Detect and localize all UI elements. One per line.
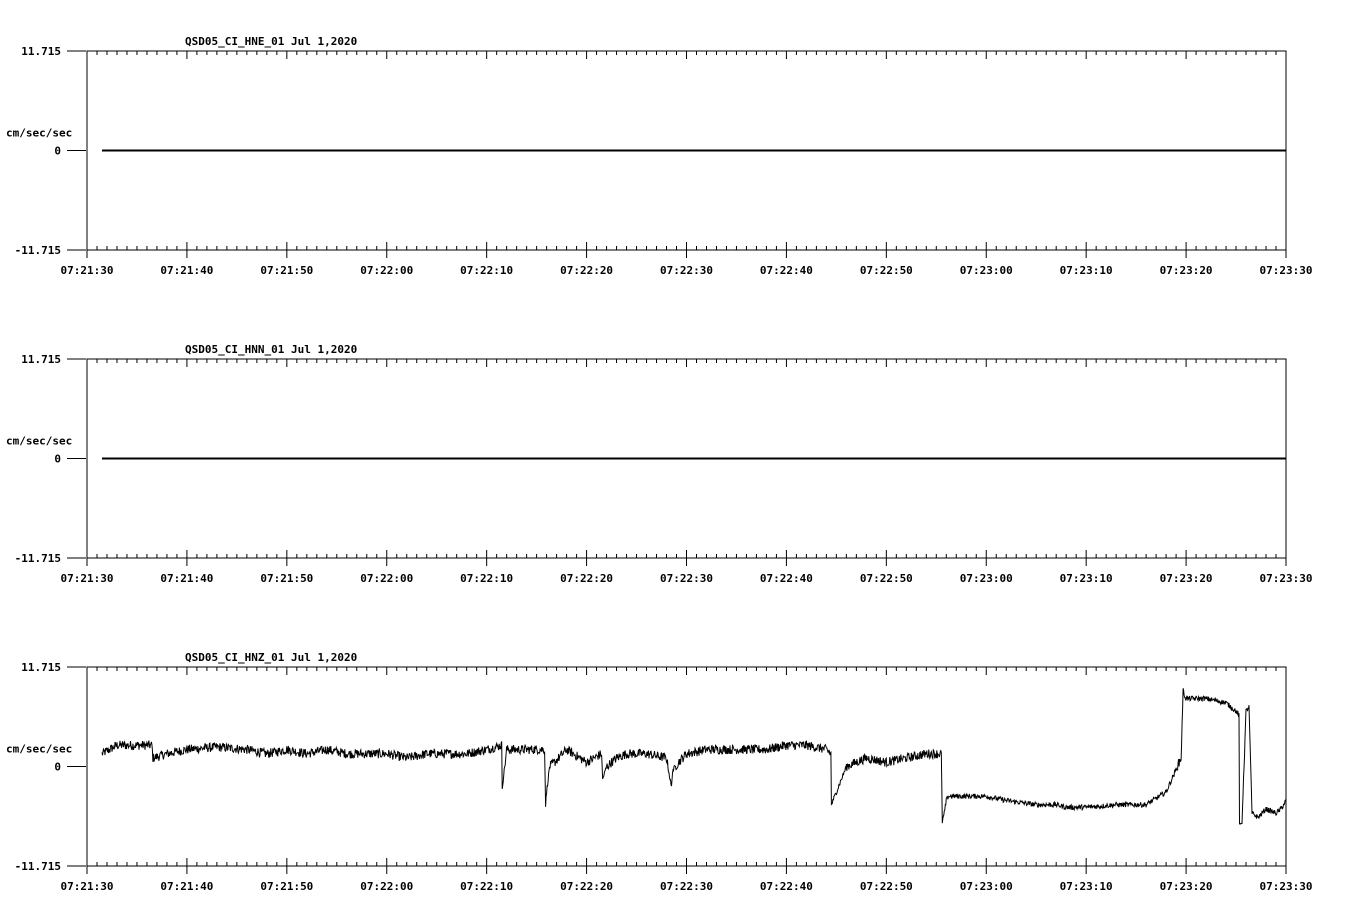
x-tick-label: 07:22:00 bbox=[360, 264, 413, 277]
chart-panel-1: QSD05_CI_HNE_01 Jul 1,2020 11.715 0 -11.715… bbox=[6, 35, 1312, 277]
y-tick-label: -11.715 bbox=[15, 244, 61, 257]
x-tick-label: 07:21:50 bbox=[260, 264, 313, 277]
x-tick-label: 07:21:40 bbox=[160, 880, 213, 893]
x-tick-label: 07:23:30 bbox=[1260, 572, 1313, 585]
x-tick-label: 07:23:00 bbox=[960, 572, 1013, 585]
x-tick-label: 07:22:20 bbox=[560, 572, 613, 585]
x-tick-label: 07:22:10 bbox=[460, 880, 513, 893]
y-tick-label: 0 bbox=[54, 145, 61, 158]
y-axis-label: cm/sec/sec bbox=[6, 127, 72, 140]
x-tick-label: 07:22:30 bbox=[660, 880, 713, 893]
chart-title: QSD05_CI_HNN_01 Jul 1,2020 bbox=[185, 343, 357, 356]
x-tick-label: 07:22:10 bbox=[460, 572, 513, 585]
x-tick-label: 07:21:50 bbox=[260, 880, 313, 893]
y-tick-label: 0 bbox=[54, 761, 61, 774]
x-tick-label: 07:21:40 bbox=[160, 572, 213, 585]
x-tick-label: 07:23:20 bbox=[1160, 880, 1213, 893]
x-tick-label: 07:22:40 bbox=[760, 880, 813, 893]
x-tick-label: 07:22:20 bbox=[560, 264, 613, 277]
x-tick-label: 07:23:10 bbox=[1060, 572, 1113, 585]
x-tick-label: 07:23:30 bbox=[1260, 264, 1313, 277]
x-tick-label: 07:22:00 bbox=[360, 572, 413, 585]
x-tick-label: 07:22:30 bbox=[660, 264, 713, 277]
y-tick-label: -11.715 bbox=[15, 552, 61, 565]
y-axis-label: cm/sec/sec bbox=[6, 435, 72, 448]
plot-frame bbox=[86, 666, 1287, 867]
x-tick-label: 07:21:30 bbox=[61, 880, 114, 893]
y-axis-label: cm/sec/sec bbox=[6, 743, 72, 756]
x-tick-label: 07:22:50 bbox=[860, 572, 913, 585]
seismogram-figure: QSD05_CI_HNE_01 Jul 1,2020 11.715 0 -11.715… bbox=[6, 35, 1312, 893]
y-tick-label: 11.715 bbox=[21, 661, 61, 674]
x-tick-label: 07:22:50 bbox=[860, 264, 913, 277]
y-tick-label: 11.715 bbox=[21, 45, 61, 58]
x-tick-label: 07:22:10 bbox=[460, 264, 513, 277]
x-tick-label: 07:23:10 bbox=[1060, 264, 1113, 277]
x-tick-label: 07:22:30 bbox=[660, 572, 713, 585]
x-tick-label: 07:21:50 bbox=[260, 572, 313, 585]
x-tick-label: 07:22:40 bbox=[760, 264, 813, 277]
x-tick-label: 07:23:00 bbox=[960, 264, 1013, 277]
x-tick-label: 07:22:00 bbox=[360, 880, 413, 893]
x-tick-label: 07:21:30 bbox=[61, 264, 114, 277]
x-tick-label: 07:22:50 bbox=[860, 880, 913, 893]
x-tick-label: 07:22:20 bbox=[560, 880, 613, 893]
y-tick-label: 0 bbox=[54, 453, 61, 466]
y-tick-label: -11.715 bbox=[15, 860, 61, 873]
x-tick-label: 07:22:40 bbox=[760, 572, 813, 585]
x-tick-label: 07:23:20 bbox=[1160, 572, 1213, 585]
y-tick-label: 11.715 bbox=[21, 353, 61, 366]
x-tick-label: 07:23:30 bbox=[1260, 880, 1313, 893]
waveform-trace bbox=[101, 688, 1287, 825]
x-tick-label: 07:23:20 bbox=[1160, 264, 1213, 277]
x-tick-label: 07:23:00 bbox=[960, 880, 1013, 893]
chart-title: QSD05_CI_HNE_01 Jul 1,2020 bbox=[185, 35, 357, 48]
chart-title: QSD05_CI_HNZ_01 Jul 1,2020 bbox=[185, 651, 357, 664]
chart-panel-3: QSD05_CI_HNZ_01 Jul 1,2020 11.715 0 -11.715… bbox=[6, 651, 1312, 893]
chart-panel-2: QSD05_CI_HNN_01 Jul 1,2020 11.715 0 -11.715… bbox=[6, 343, 1312, 585]
x-tick-label: 07:21:40 bbox=[160, 264, 213, 277]
x-tick-label: 07:23:10 bbox=[1060, 880, 1113, 893]
x-tick-label: 07:21:30 bbox=[61, 572, 114, 585]
